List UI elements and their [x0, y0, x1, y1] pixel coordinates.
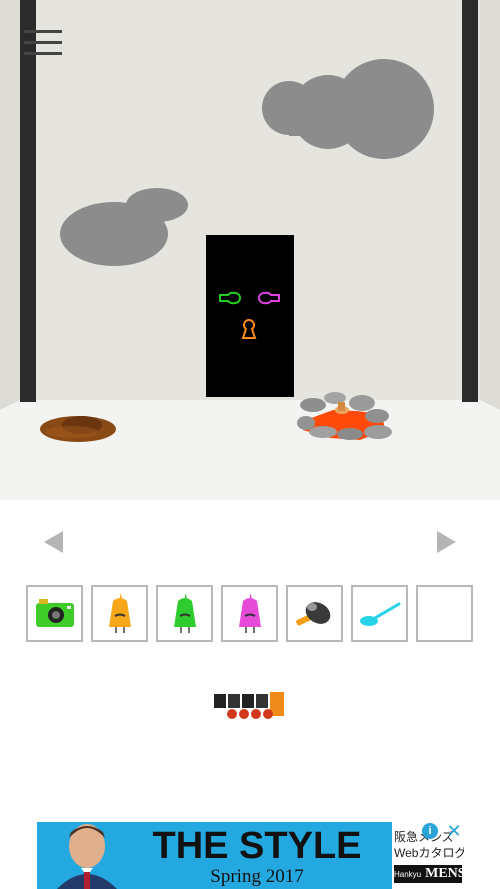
inventory-slot-spoon[interactable]: [351, 585, 408, 642]
ad-brand-small: Hankyu: [394, 870, 422, 879]
pink-bell-figure-icon: [239, 593, 261, 633]
menu-line: [24, 52, 62, 55]
inventory-bar: [26, 585, 476, 647]
ad-model-photo: [37, 822, 133, 889]
green-bell-figure-icon: [174, 593, 196, 633]
game-logo-icon: [214, 692, 284, 719]
inventory-slot-empty[interactable]: [416, 585, 473, 642]
brown-hat[interactable]: [40, 416, 116, 442]
left-wall: [0, 0, 20, 410]
game-logo: [212, 690, 288, 722]
floor-surface: [0, 400, 500, 500]
inventory-slot-green-figure[interactable]: [156, 585, 213, 642]
ad-headline: THE STYLE: [152, 825, 362, 867]
black-door[interactable]: [206, 235, 294, 397]
triangle-right-icon: [437, 531, 456, 553]
game-scene[interactable]: [0, 0, 500, 500]
inventory-slot-hammer[interactable]: [286, 585, 343, 642]
ad-brand-name: MENS: [425, 866, 464, 881]
right-wall: [480, 0, 500, 410]
triangle-left-icon: [44, 531, 63, 553]
inventory-slot-camera[interactable]: [26, 585, 83, 642]
green-camera-icon: [36, 599, 74, 627]
nav-left-button[interactable]: [42, 530, 66, 554]
ad-brand-logo: Hankyu MENS: [394, 865, 464, 883]
hammer-icon: [296, 602, 331, 626]
menu-line: [24, 41, 62, 44]
orange-bell-figure-icon: [109, 593, 131, 633]
ad-close-icon[interactable]: ✕: [445, 822, 463, 840]
inventory-slot-pink-figure[interactable]: [221, 585, 278, 642]
ad-info-icon[interactable]: i: [422, 823, 438, 839]
hamburger-menu-icon: [24, 30, 62, 33]
inventory-slot-orange-figure[interactable]: [91, 585, 148, 642]
ad-subline: Spring 2017: [210, 866, 304, 887]
ad-banner[interactable]: THE STYLE Spring 2017 阪急メンズ Webカタログ Hank…: [37, 822, 464, 889]
menu-button[interactable]: [22, 28, 64, 60]
right-pillar: [462, 0, 478, 402]
nav-right-button[interactable]: [434, 530, 458, 554]
cyan-spoon-icon: [360, 602, 401, 626]
ad-jp-line-2: Webカタログ: [394, 846, 464, 860]
left-pillar: [20, 0, 36, 402]
